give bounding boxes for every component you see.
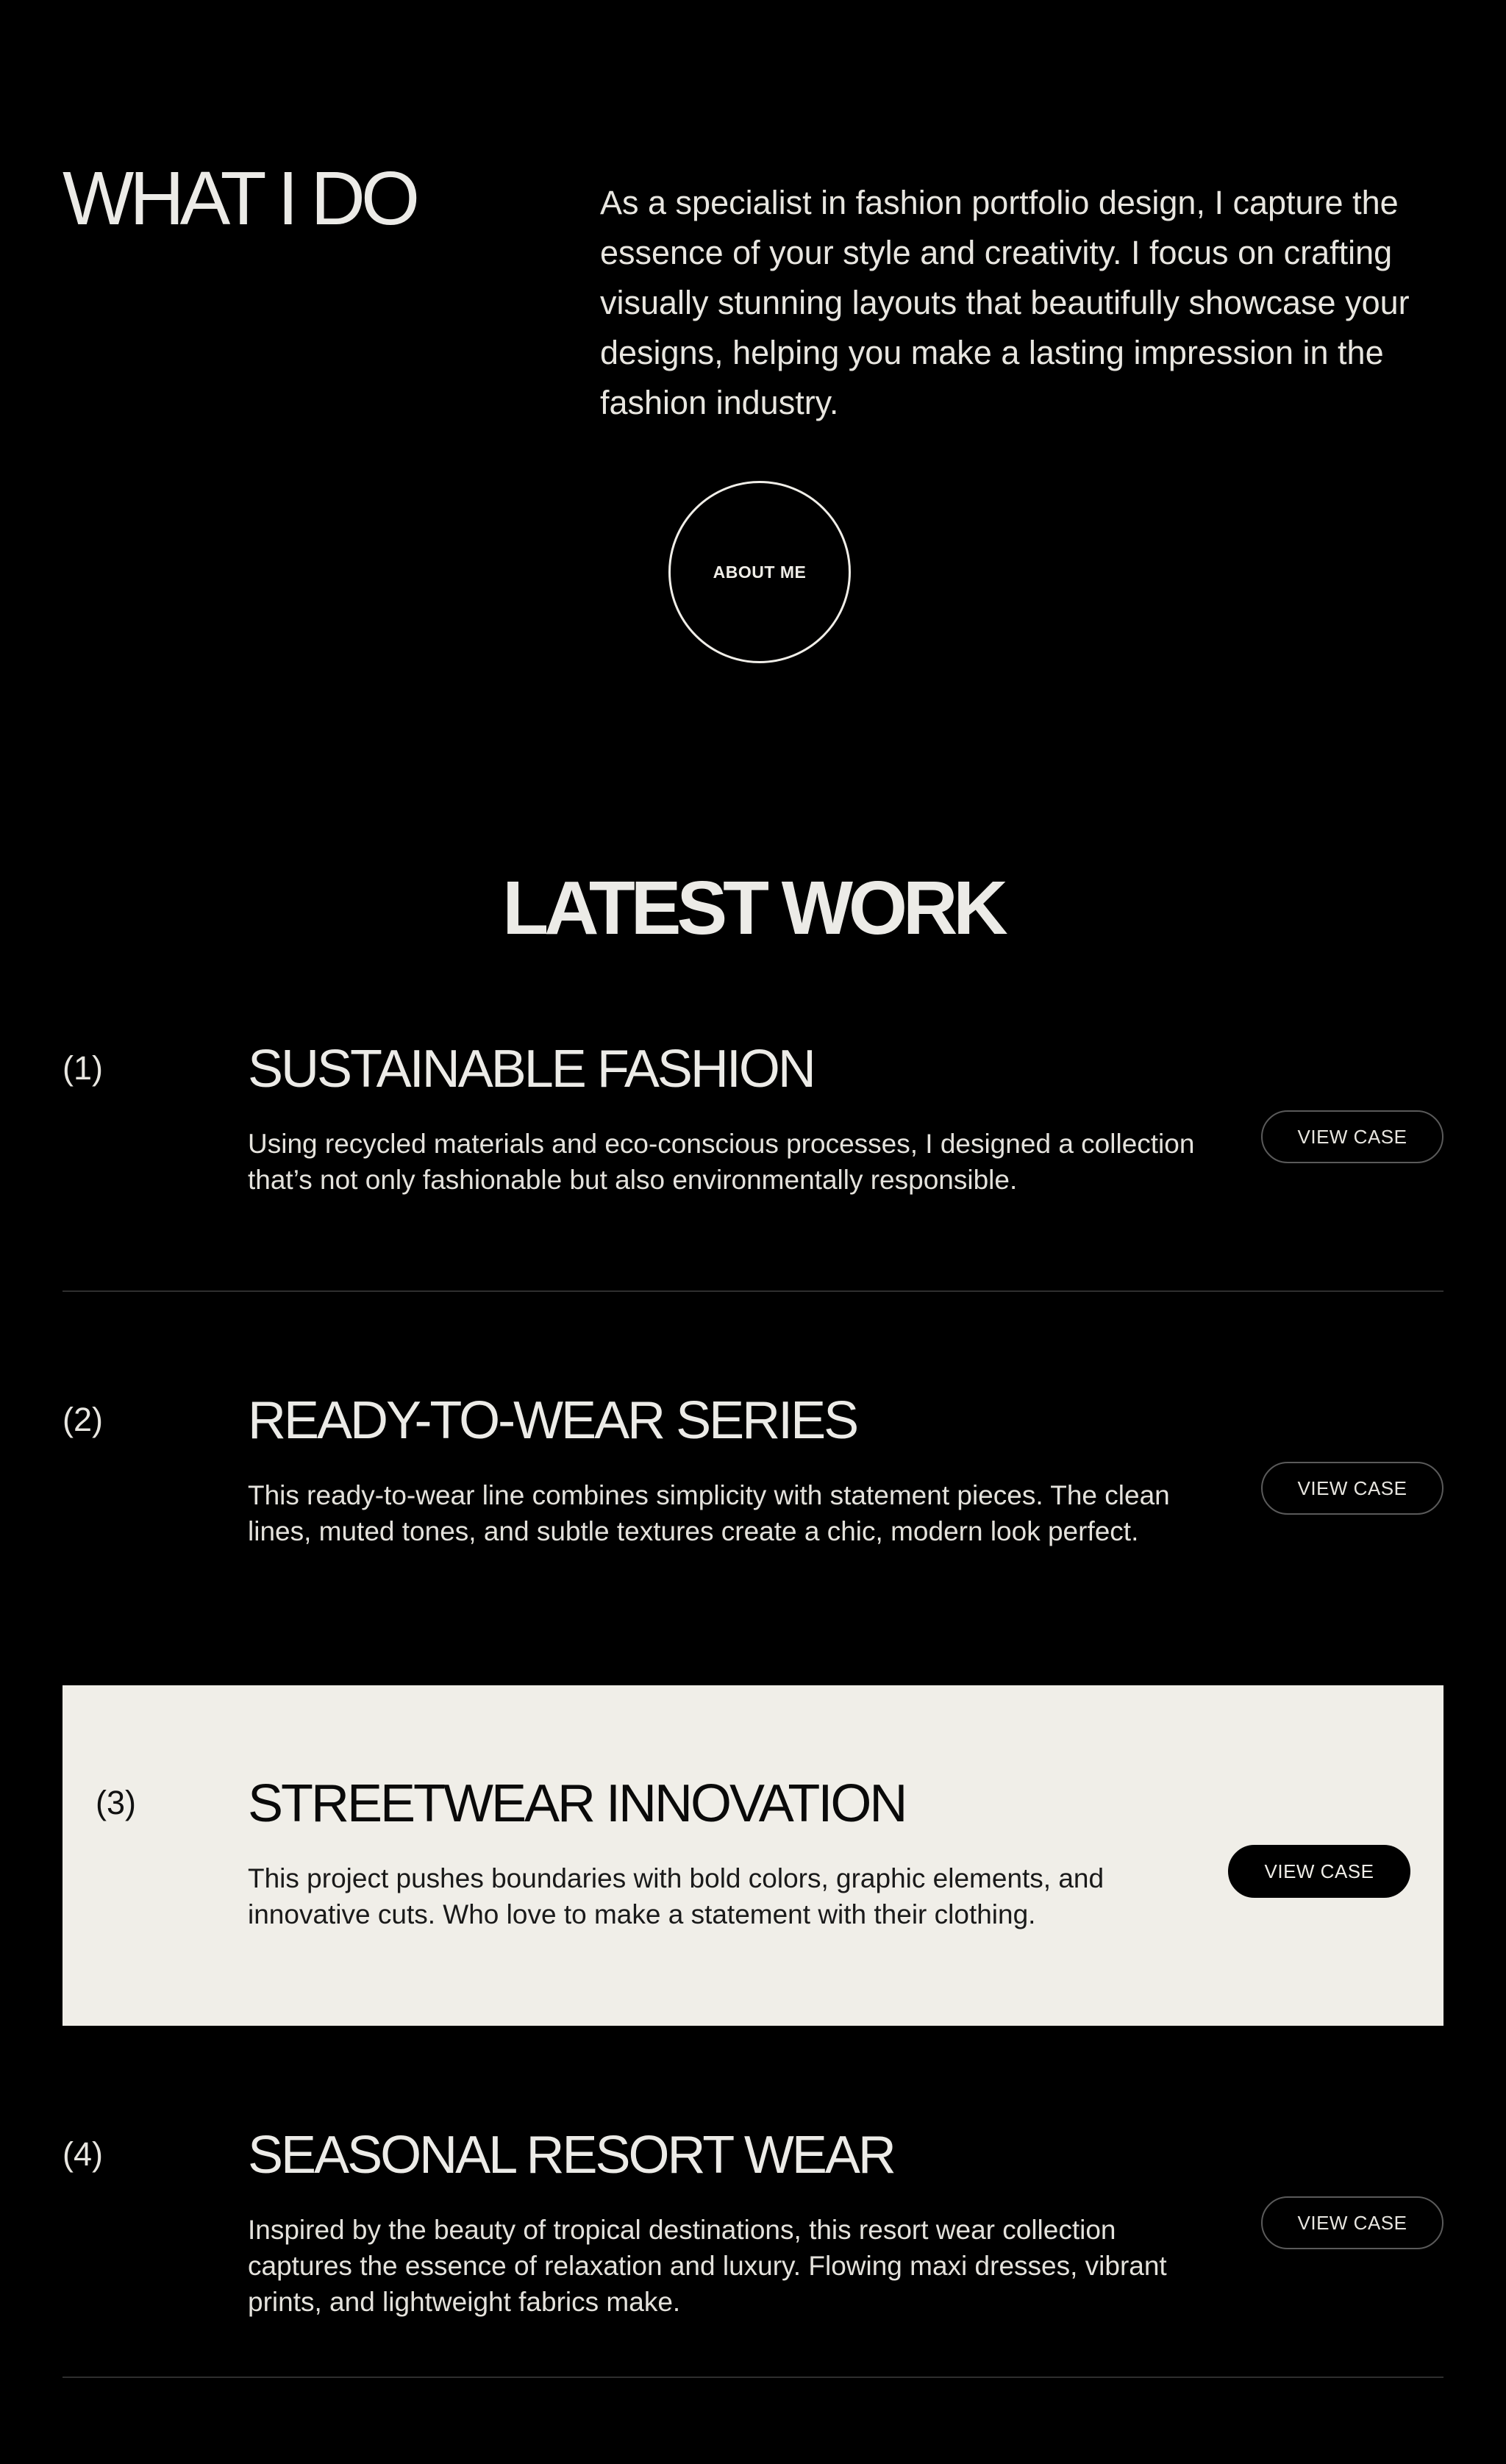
- work-item-title: STREETWEAR INNOVATION: [248, 1774, 907, 1833]
- work-item-number: (4): [63, 2135, 103, 2173]
- work-item-streetwear-innovation: (3) STREETWEAR INNOVATION This project p…: [63, 1774, 1443, 1959]
- work-item-ready-to-wear-series: (2) READY-TO-WEAR SERIES This ready-to-w…: [63, 1391, 1443, 1613]
- view-case-button[interactable]: VIEW CASE: [1261, 1462, 1443, 1515]
- work-item-number: (2): [63, 1401, 103, 1438]
- work-item-title: SUSTAINABLE FASHION: [248, 1040, 816, 1099]
- about-me-button[interactable]: ABOUT ME: [668, 481, 851, 663]
- work-item-description: Inspired by the beauty of tropical desti…: [248, 2215, 1167, 2317]
- work-item-seasonal-resort-wear: (4) SEASONAL RESORT WEAR Inspired by the…: [63, 2126, 1443, 2347]
- work-item-description: This project pushes boundaries with bold…: [248, 1863, 1104, 1929]
- page: WHAT I DO As a specialist in fashion por…: [0, 0, 1506, 2464]
- view-case-button[interactable]: VIEW CASE: [1228, 1845, 1410, 1898]
- what-i-do-heading: WHAT I DO: [63, 156, 420, 240]
- work-item-sustainable-fashion: (1) SUSTAINABLE FASHION Using recycled m…: [63, 1040, 1443, 1261]
- work-item-title: READY-TO-WEAR SERIES: [248, 1391, 859, 1450]
- work-item-number: (1): [63, 1049, 103, 1087]
- work-item-title: SEASONAL RESORT WEAR: [248, 2126, 896, 2185]
- work-item-number: (3): [96, 1784, 136, 1821]
- what-i-do-description: As a specialist in fashion portfolio des…: [600, 184, 1410, 421]
- view-case-button[interactable]: VIEW CASE: [1261, 1110, 1443, 1163]
- divider: [63, 2376, 1443, 2378]
- view-case-button[interactable]: VIEW CASE: [1261, 2196, 1443, 2249]
- work-item-description: This ready-to-wear line combines simplic…: [248, 1480, 1170, 1546]
- latest-work-heading: LATEST WORK: [502, 865, 1008, 950]
- work-item-description: Using recycled materials and eco-conscio…: [248, 1129, 1195, 1195]
- divider: [63, 1290, 1443, 1292]
